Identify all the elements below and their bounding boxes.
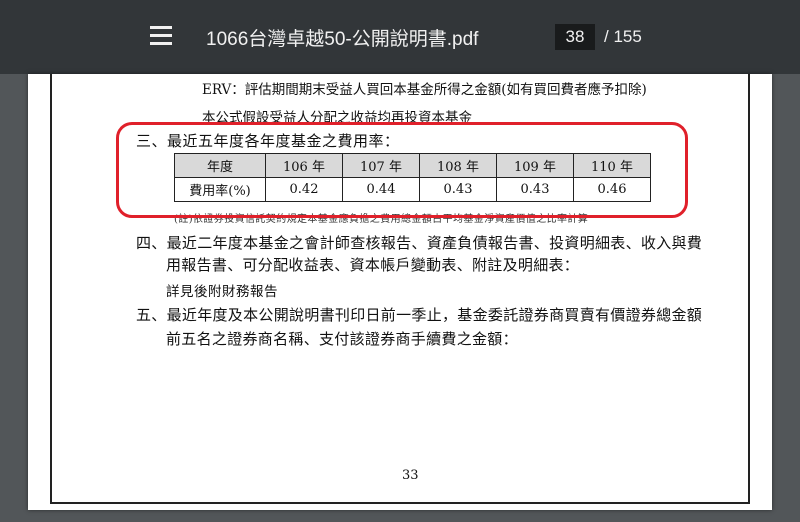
hamburger-menu-icon[interactable] — [150, 26, 172, 46]
red-highlight-annotation — [116, 122, 688, 218]
section-4-line-1: 四、最近二年度本基金之會計師查核報告、資產負債報告書、投資明細表、收入與費 — [136, 234, 703, 252]
section-5-line-2: 前五名之證券商名稱、支付該證券商手續費之金額： — [166, 330, 518, 348]
section-5-line-1: 五、最近年度及本公開說明書刊印日前一季止，基金委託證券商買賣有價證券總金額 — [136, 306, 703, 324]
document-title: 1066台灣卓越50-公開說明書.pdf — [206, 29, 479, 50]
page-footer-number: 33 — [402, 468, 419, 483]
erv-definition-line: ERV：評估期間期末受益人買回本基金所得之金額(如有買回費者應予扣除) — [202, 82, 647, 98]
page-total-label: / 155 — [604, 27, 642, 46]
pdf-page: ERV：評估期間期末受益人買回本基金所得之金額(如有買回費者應予扣除) 本公式假… — [28, 74, 772, 510]
page-number-input[interactable] — [555, 24, 595, 50]
pdf-toolbar: 1066台灣卓越50-公開說明書.pdf / 155 — [0, 0, 800, 74]
page-border-bottom — [50, 502, 750, 504]
page-border-left — [50, 74, 52, 504]
section-4-detail: 詳見後附財務報告 — [166, 284, 278, 300]
page-border-right — [748, 74, 750, 504]
section-4-line-2: 用報告書、可分配收益表、資本帳戶變動表、附註及明細表： — [166, 256, 580, 274]
